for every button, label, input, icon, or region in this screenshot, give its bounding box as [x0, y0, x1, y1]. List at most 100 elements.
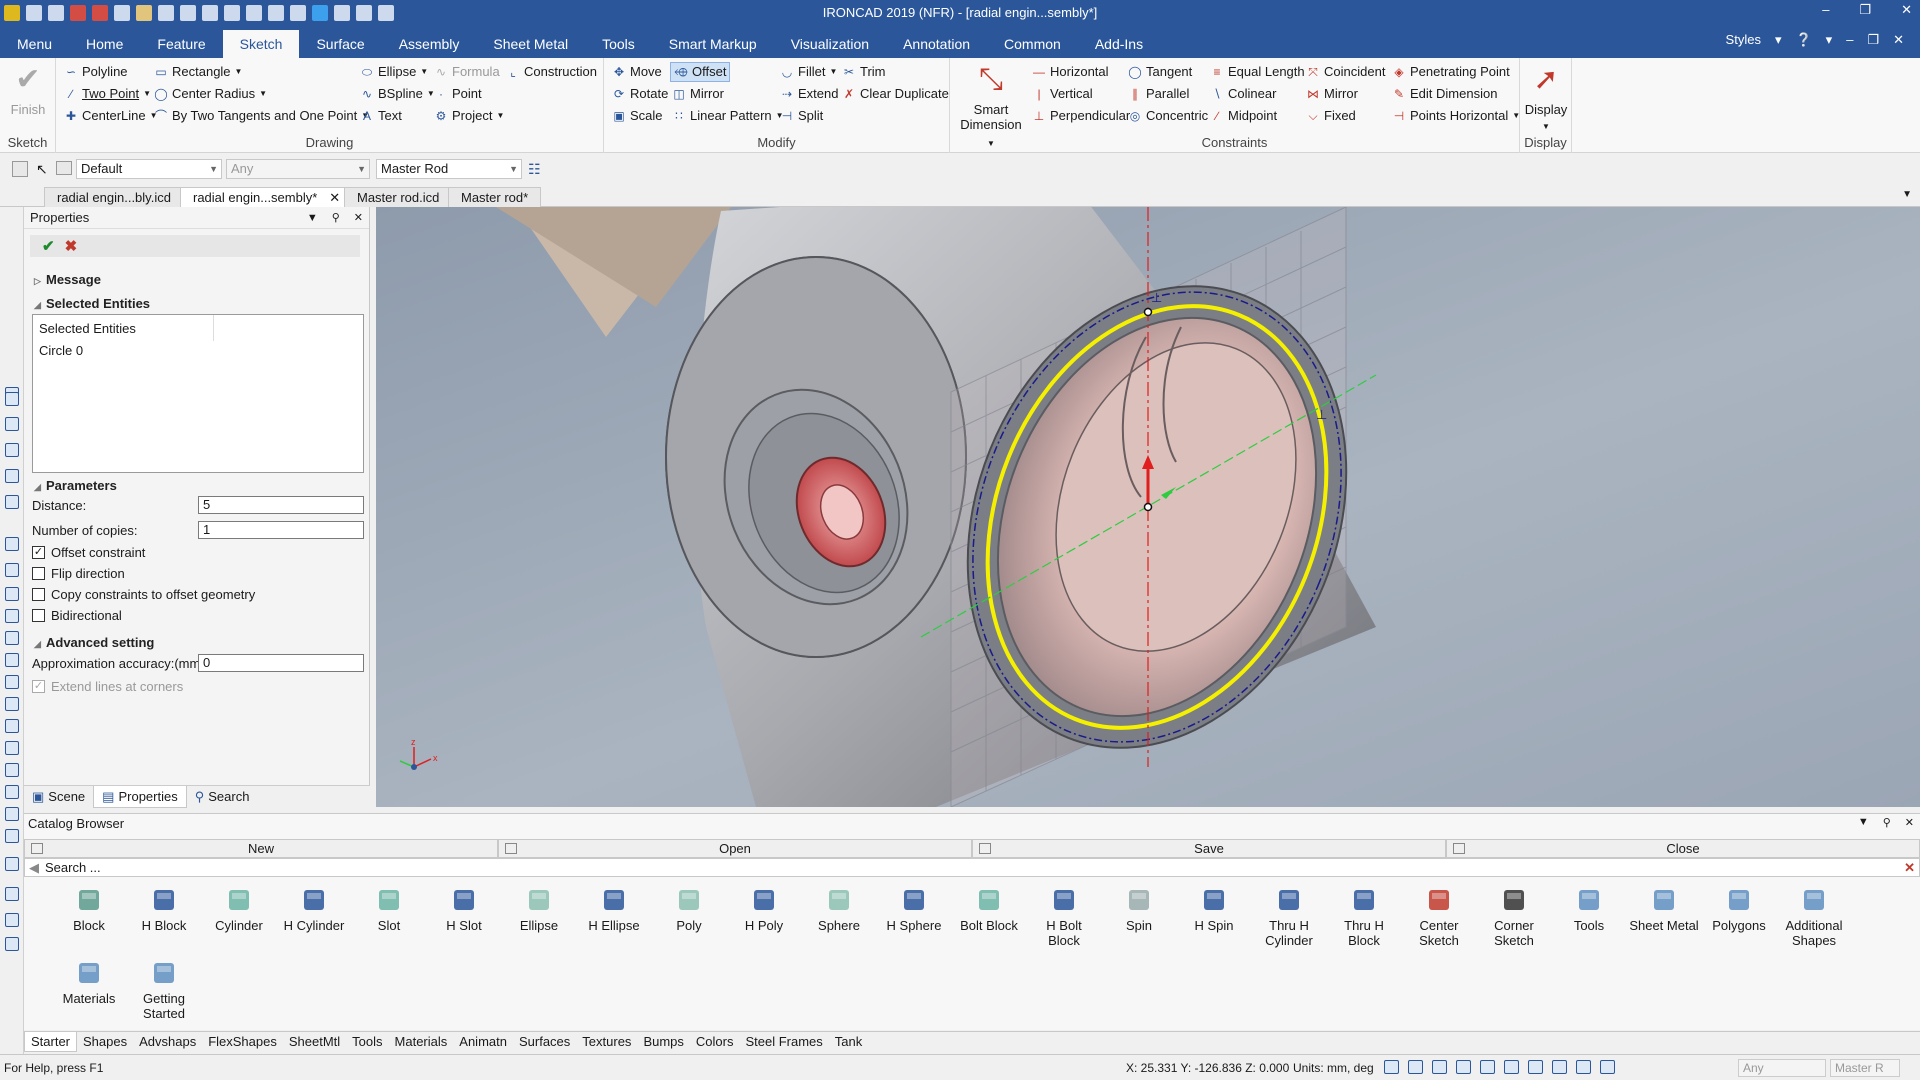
- accuracy-field[interactable]: 0: [198, 654, 364, 672]
- catalog-item-sphere[interactable]: Sphere: [804, 886, 874, 933]
- close-doc-icon[interactable]: [114, 5, 130, 21]
- shading-icon[interactable]: [1576, 1060, 1591, 1074]
- catalog-tab-starter[interactable]: Starter: [24, 1032, 78, 1052]
- tab-common[interactable]: Common: [987, 30, 1078, 58]
- catalog-tab-tools[interactable]: Tools: [346, 1032, 388, 1052]
- filter-combo[interactable]: Any ▼: [226, 159, 370, 179]
- undo-icon[interactable]: [268, 5, 284, 21]
- catalog-search-input[interactable]: ◀ Search ... ✕: [24, 858, 1920, 877]
- tangent-button[interactable]: ◯ Tangent: [1128, 62, 1192, 82]
- centerline-button[interactable]: ✚ CenterLine ▼: [64, 106, 158, 126]
- catalog-item-bolt-block[interactable]: Bolt Block: [954, 886, 1024, 933]
- fillet-button[interactable]: ◡ Fillet ▼: [780, 62, 838, 82]
- part-icon[interactable]: [5, 763, 19, 777]
- part-icon[interactable]: [5, 653, 19, 667]
- catalog-tab-colors[interactable]: Colors: [690, 1032, 740, 1052]
- ribbon-collapse-icon[interactable]: ▾: [1826, 32, 1833, 48]
- part-icon[interactable]: [5, 741, 19, 755]
- copies-field[interactable]: 1: [198, 521, 364, 539]
- tab-search[interactable]: ⚲ Search: [187, 786, 258, 808]
- ellipse-button[interactable]: ⬭ Ellipse ▼: [360, 62, 428, 82]
- catalog-close-button[interactable]: Close: [1446, 839, 1920, 858]
- catalog-item-tools[interactable]: Tools: [1554, 886, 1624, 933]
- catalog-item-h-slot[interactable]: H Slot: [429, 886, 499, 933]
- part-icon[interactable]: [5, 495, 19, 509]
- mirror-button[interactable]: ◫ Mirror: [672, 84, 724, 104]
- catalog-close-icon[interactable]: ✕: [1905, 816, 1914, 829]
- offset-constraint-checkbox[interactable]: ✓ Offset constraint: [32, 545, 145, 560]
- ok-check-icon[interactable]: ✔: [42, 237, 55, 255]
- catalog-item-h-poly[interactable]: H Poly: [729, 886, 799, 933]
- render-icon[interactable]: [1504, 1060, 1519, 1074]
- message-section[interactable]: ▷ Message: [34, 272, 101, 287]
- style-combo[interactable]: Default ▼: [76, 159, 222, 179]
- catalog-item-materials[interactable]: Materials: [54, 959, 124, 1006]
- catalog-tab-sheetmtl[interactable]: SheetMtl: [283, 1032, 346, 1052]
- 3d-viewport[interactable]: ⊥ ⊥ z x: [376, 207, 1920, 807]
- catalog-item-slot[interactable]: Slot: [354, 886, 424, 933]
- part-icon[interactable]: [5, 469, 19, 483]
- vertical-button[interactable]: | Vertical: [1032, 84, 1092, 104]
- save-icon[interactable]: [158, 5, 174, 21]
- catalog-item-h-ellipse[interactable]: H Ellipse: [579, 886, 649, 933]
- text-button[interactable]: A Text: [360, 106, 402, 126]
- select-icon[interactable]: [1600, 1060, 1615, 1074]
- styles-dropdown-icon[interactable]: ▾: [1775, 32, 1782, 48]
- tools-icon[interactable]: [334, 5, 350, 21]
- styles-menu[interactable]: Styles: [1726, 32, 1761, 48]
- catalog-save-button[interactable]: Save: [972, 839, 1446, 858]
- status-filter-combo[interactable]: Any: [1738, 1059, 1826, 1077]
- catalog-open-button[interactable]: Open: [498, 839, 972, 858]
- catalog-item-poly[interactable]: Poly: [654, 886, 724, 933]
- move-button[interactable]: ✥ Move: [612, 62, 662, 82]
- help-globe-icon[interactable]: [312, 5, 328, 21]
- display-button[interactable]: ➚ Display ▼: [1524, 62, 1568, 134]
- mdi-close-icon[interactable]: ✕: [1893, 32, 1904, 48]
- tab-tools[interactable]: Tools: [585, 30, 652, 58]
- pan-icon[interactable]: [1480, 1060, 1495, 1074]
- part-combo[interactable]: Master Rod ▼: [376, 159, 522, 179]
- selected-entities-list[interactable]: Selected Entities Circle 0: [32, 314, 364, 473]
- part-icon[interactable]: [5, 785, 19, 799]
- status-part-combo[interactable]: Master R: [1830, 1059, 1900, 1077]
- mdi-restore-icon[interactable]: ❐: [1867, 32, 1879, 48]
- linear-pattern-button[interactable]: ∷ Linear Pattern ▼: [672, 106, 783, 126]
- part-icon[interactable]: [5, 937, 19, 951]
- parallel-button[interactable]: ∥ Parallel: [1128, 84, 1189, 104]
- help-icon[interactable]: ❔: [1795, 32, 1811, 48]
- close-tab-icon[interactable]: ✕: [329, 190, 340, 205]
- panel-close-icon[interactable]: ✕: [354, 207, 363, 229]
- horizontal-button[interactable]: — Horizontal: [1032, 62, 1109, 82]
- extend-lines-checkbox[interactable]: ✓ Extend lines at corners: [32, 679, 183, 694]
- catalog-menu-icon[interactable]: ▼: [1858, 816, 1869, 829]
- orbit-icon[interactable]: [1432, 1060, 1447, 1074]
- perpendicular-button[interactable]: ⊥ Perpendicular: [1032, 106, 1130, 126]
- part-icon[interactable]: [5, 829, 19, 843]
- construction-button[interactable]: ⌞ Construction: [506, 62, 597, 82]
- parameters-section[interactable]: ◢ Parameters: [34, 478, 117, 493]
- part-icon[interactable]: [5, 857, 19, 871]
- assembly-icon[interactable]: [356, 5, 372, 21]
- formula-button[interactable]: ∿ Formula: [434, 62, 500, 82]
- minimize-icon[interactable]: –: [1822, 2, 1829, 18]
- box-select-icon[interactable]: [56, 161, 72, 175]
- catalog-tab-animatn[interactable]: Animatn: [453, 1032, 513, 1052]
- new-assembly-icon[interactable]: [48, 5, 64, 21]
- rotate-button[interactable]: ⟳ Rotate: [612, 84, 668, 104]
- tab-smart-markup[interactable]: Smart Markup: [652, 30, 774, 58]
- catalog-item-sheet-metal[interactable]: Sheet Metal: [1629, 886, 1699, 933]
- zoom-window-icon[interactable]: [1408, 1060, 1423, 1074]
- catalog-tab-surfaces[interactable]: Surfaces: [513, 1032, 576, 1052]
- catalog-item-h-cylinder[interactable]: H Cylinder: [279, 886, 349, 933]
- tab-sheet-metal[interactable]: Sheet Metal: [476, 30, 585, 58]
- coincident-button[interactable]: ⤧ Coincident: [1306, 62, 1385, 82]
- part-icon[interactable]: [5, 887, 19, 901]
- catalog-tab-flexshapes[interactable]: FlexShapes: [202, 1032, 283, 1052]
- finish-button[interactable]: ✔ Finish: [6, 62, 50, 117]
- catalog-tab-steel-frames[interactable]: Steel Frames: [739, 1032, 828, 1052]
- tab-annotation[interactable]: Annotation: [886, 30, 987, 58]
- tab-assembly[interactable]: Assembly: [382, 30, 477, 58]
- pdf-icon[interactable]: [92, 5, 108, 21]
- tab-list-icon[interactable]: ▼: [1902, 189, 1912, 200]
- lighting-icon[interactable]: [1528, 1060, 1543, 1074]
